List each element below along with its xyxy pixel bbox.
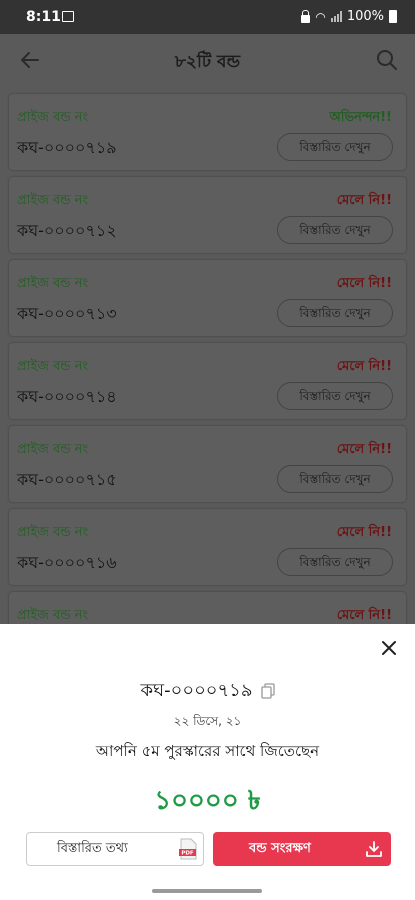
bond-card[interactable]: প্রাইজ বন্ড নং মেলে নি!! <box>9 592 406 624</box>
bond-status: মেলে নি!! <box>336 193 392 208</box>
status-bar: 8:11 ◠ 100% <box>0 0 415 34</box>
status-icons: ◠ 100% <box>301 9 397 24</box>
gallery-notification-icon <box>62 11 74 22</box>
close-icon[interactable] <box>379 638 399 658</box>
bond-status: অভিনন্দন!! <box>329 110 392 125</box>
battery-percent: 100% <box>346 9 384 24</box>
page-title: ৮২টি বন্ড <box>174 52 241 72</box>
copy-icon[interactable] <box>260 683 275 699</box>
bond-status: মেলে নি!! <box>336 442 392 457</box>
save-bond-label: বন্ড সংরক্ষণ <box>249 841 311 856</box>
bond-detail-sheet: কঘ-০০০০৭১৯ ২২ ডিসে, ২১ আপনি ৫ম পুরস্কারে… <box>0 624 415 900</box>
search-icon[interactable] <box>375 48 399 72</box>
bond-list: প্রাইজ বন্ড নং কঘ-০০০০৭১৯ অভিনন্দন!! বিস… <box>0 88 415 624</box>
win-message: আপনি ৫ম পুরস্কারের সাথে জিতেছেন <box>95 742 320 760</box>
bond-label: প্রাইজ বন্ড নং <box>17 193 89 208</box>
prize-amount: ১০০০০ ৳ <box>154 786 261 816</box>
bond-number: কঘ-০০০০৭১৩ <box>17 304 117 323</box>
bond-label: প্রাইজ বন্ড নং <box>17 359 89 374</box>
bond-card[interactable]: প্রাইজ বন্ড নং কঘ-০০০০৭১৬ মেলে নি!! বিস্… <box>9 509 406 585</box>
bond-label: প্রাইজ বন্ড নং <box>17 442 89 457</box>
lock-icon <box>301 9 311 23</box>
bond-card[interactable]: প্রাইজ বন্ড নং কঘ-০০০০৭১৩ মেলে নি!! বিস্… <box>9 260 406 336</box>
view-details-button[interactable]: বিস্তারিত দেখুন <box>277 382 393 410</box>
bond-label: প্রাইজ বন্ড নং <box>17 525 89 540</box>
status-time: 8:11 <box>26 9 61 25</box>
bond-status: মেলে নি!! <box>336 608 392 623</box>
app-bar: ৮২টি বন্ড <box>0 34 415 88</box>
view-details-button[interactable]: বিস্তারিত দেখুন <box>277 216 393 244</box>
gesture-nav-bar[interactable] <box>152 889 262 893</box>
bond-number: কঘ-০০০০৭১৯ <box>17 138 117 157</box>
bond-card[interactable]: প্রাইজ বন্ড নং কঘ-০০০০৭১৯ অভিনন্দন!! বিস… <box>9 94 406 170</box>
view-details-button[interactable]: বিস্তারিত দেখুন <box>277 465 393 493</box>
selected-bond-number: কঘ-০০০০৭১৯ <box>140 680 253 701</box>
view-details-button[interactable]: বিস্তারিত দেখুন <box>277 299 393 327</box>
bond-number: কঘ-০০০০৭১২ <box>17 221 117 240</box>
bond-status: মেলে নি!! <box>336 359 392 374</box>
bond-card[interactable]: প্রাইজ বন্ড নং কঘ-০০০০৭১৪ মেলে নি!! বিস্… <box>9 343 406 419</box>
pdf-icon: PDF <box>179 838 197 860</box>
bond-label: প্রাইজ বন্ড নং <box>17 276 89 291</box>
svg-text:PDF: PDF <box>181 851 194 857</box>
save-bond-button[interactable]: বন্ড সংরক্ষণ <box>213 832 391 866</box>
details-info-label: বিস্তারিত তথ্য <box>57 841 128 856</box>
bond-label: প্রাইজ বন্ড নং <box>17 608 89 623</box>
draw-date: ২২ ডিসে, ২১ <box>173 714 242 728</box>
bond-number: কঘ-০০০০৭১৪ <box>17 387 117 406</box>
bond-card[interactable]: প্রাইজ বন্ড নং কঘ-০০০০৭১৫ মেলে নি!! বিস্… <box>9 426 406 502</box>
selected-bond-row: কঘ-০০০০৭১৯ <box>0 676 415 707</box>
bond-card[interactable]: প্রাইজ বন্ড নং কঘ-০০০০৭১২ মেলে নি!! বিস্… <box>9 177 406 253</box>
bond-status: মেলে নি!! <box>336 276 392 291</box>
bond-number: কঘ-০০০০৭১৬ <box>17 553 117 572</box>
wifi-icon: ◠ <box>315 9 326 24</box>
view-details-button[interactable]: বিস্তারিত দেখুন <box>277 133 393 161</box>
bond-status: মেলে নি!! <box>336 525 392 540</box>
battery-icon <box>389 10 397 23</box>
signal-icon <box>330 11 342 22</box>
view-details-button[interactable]: বিস্তারিত দেখুন <box>277 548 393 576</box>
bond-label: প্রাইজ বন্ড নং <box>17 110 89 125</box>
bond-number: কঘ-০০০০৭১৫ <box>17 470 117 489</box>
details-info-button[interactable]: বিস্তারিত তথ্য PDF <box>26 832 204 866</box>
download-icon <box>366 841 382 857</box>
